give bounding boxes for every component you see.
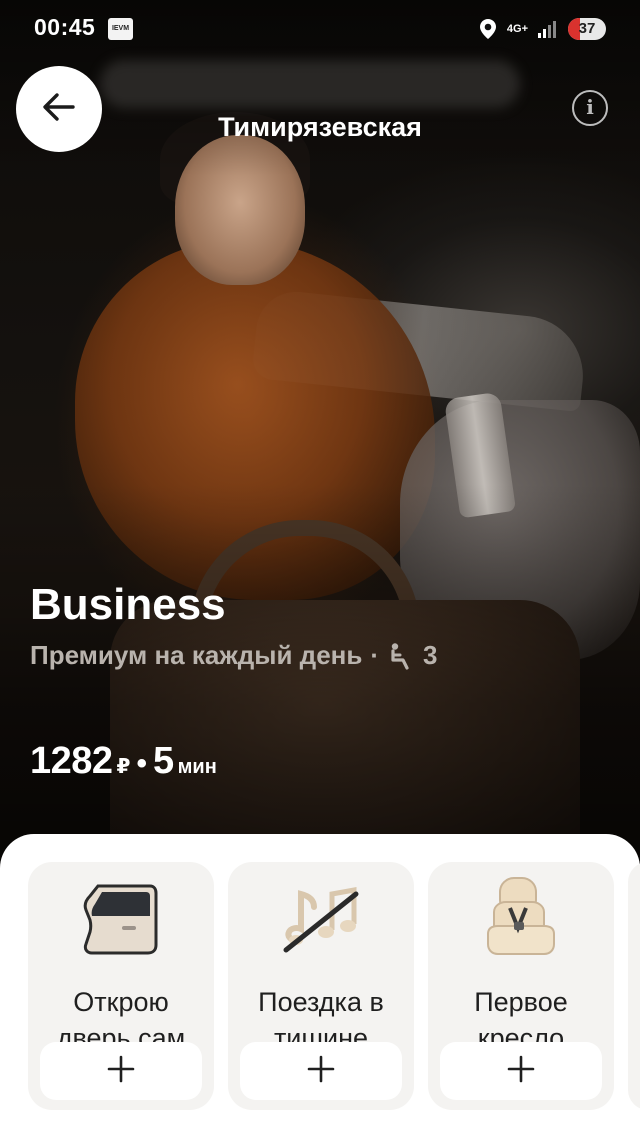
eta-value: 5: [152, 740, 174, 782]
redacted-address: [100, 60, 520, 108]
option-card-child-seat[interactable]: Первое кресло: [428, 862, 614, 1110]
subtitle-separator: ·: [370, 640, 380, 670]
price-eta: 1282 ₽ • 5 мин: [30, 740, 217, 783]
info-icon[interactable]: i: [572, 90, 608, 126]
option-card-quiet-ride[interactable]: Поездка в тишине: [228, 862, 414, 1110]
car-door-icon: [28, 876, 214, 966]
tariff-subtitle: Премиум на каждый день · 3: [30, 640, 437, 671]
options-carousel[interactable]: Открою дверь сам Поездка в тишине Первое…: [28, 862, 640, 1112]
option-card-next[interactable]: [628, 862, 640, 1110]
options-sheet: Открою дверь сам Поездка в тишине Первое…: [0, 834, 640, 1125]
add-option-button[interactable]: [440, 1042, 602, 1100]
plus-icon: [107, 1055, 135, 1088]
price-value: 1282: [30, 740, 113, 782]
app-notification-icon: IEVM: [108, 18, 133, 40]
option-title-line1: Открою: [73, 987, 169, 1017]
price-eta-separator: •: [136, 747, 147, 780]
music-off-icon: [228, 876, 414, 966]
status-time: 00:45: [34, 14, 96, 40]
option-title-line1: Первое: [474, 987, 568, 1017]
option-card-open-door[interactable]: Открою дверь сам: [28, 862, 214, 1110]
plus-icon: [507, 1055, 535, 1088]
destination-title: Тимирязевская: [218, 112, 422, 142]
option-title-line1: Поездка в: [258, 987, 384, 1017]
battery-icon: 37: [568, 18, 606, 40]
add-option-button[interactable]: [240, 1042, 402, 1100]
tariff-description: Премиум на каждый день: [30, 640, 363, 670]
seat-icon: [387, 642, 417, 670]
eta-unit: мин: [177, 756, 217, 778]
child-seat-icon: [428, 876, 614, 966]
status-indicators: 4G+ 37: [479, 14, 606, 44]
battery-level: 37: [578, 20, 596, 37]
add-option-button[interactable]: [40, 1042, 202, 1100]
seat-count: 3: [423, 640, 438, 670]
currency-symbol: ₽: [116, 756, 131, 778]
network-type: 4G+: [506, 22, 528, 35]
status-bar: 00:45 IEVM 4G+ 37: [0, 0, 640, 60]
plus-icon: [307, 1055, 335, 1088]
signal-icon: [538, 20, 558, 38]
tariff-name: Business: [30, 580, 226, 629]
location-icon: [479, 18, 497, 40]
